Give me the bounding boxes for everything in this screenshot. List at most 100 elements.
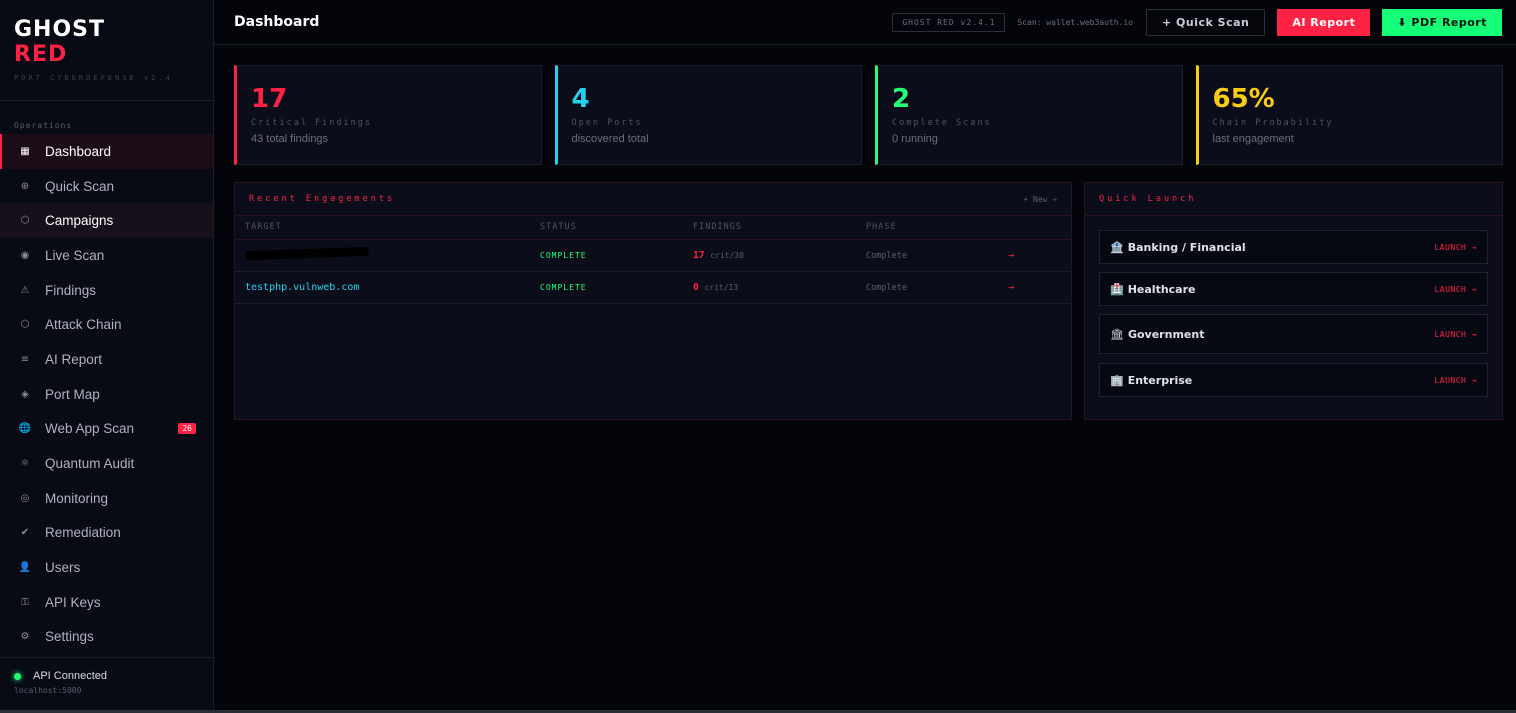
critical-count: 0 — [693, 281, 699, 293]
phase-text: Complete — [866, 250, 907, 261]
stat-value: 2 — [892, 84, 911, 114]
column-header-target[interactable]: TARGET — [235, 216, 540, 240]
findings-total: crit/13 — [704, 282, 739, 292]
column-header-findings[interactable]: FINDINGS — [693, 216, 866, 240]
stat-label: Open Ports — [571, 118, 643, 128]
launch-item-label: Banking / Financial — [1127, 240, 1246, 254]
status-cell: COMPLETE — [540, 239, 693, 272]
sidebar-item-attack-chain[interactable]: ⬡ Attack Chain — [0, 307, 213, 342]
sidebar-item-users[interactable]: 👤 Users — [0, 550, 213, 585]
stat-value: 17 — [251, 84, 288, 114]
phase-cell: Complete — [866, 239, 1008, 272]
ai-report-button[interactable]: AI Report — [1277, 8, 1371, 36]
top-bar: Dashboard GHOST RED v2.4.1 Scan: wallet.… — [214, 0, 1516, 45]
sidebar-item-label: AI Report — [45, 351, 103, 367]
sidebar-item-label: Monitoring — [45, 490, 109, 506]
count-badge: 26 — [178, 422, 196, 434]
findings-total: crit/30 — [710, 250, 744, 260]
launch-item-enterprise[interactable]: 🏢 Enterprise LAUNCH → — [1099, 363, 1488, 397]
launch-item-government[interactable]: 🏛 Government LAUNCH → — [1099, 314, 1488, 354]
launch-item-healthcare[interactable]: 🏥 Healthcare LAUNCH → — [1099, 272, 1488, 306]
status-dot-icon — [14, 672, 21, 680]
target-link[interactable]: testphp.vulnweb.com — [245, 282, 359, 293]
sidebar-item-findings[interactable]: ⚠ Findings — [0, 273, 213, 308]
engagements-table: TARGET STATUS FINDINGS PHASE COMPLETE 17… — [235, 216, 1071, 304]
action-cell: → — [1008, 271, 1071, 304]
sidebar-item-api-keys[interactable]: ⚿ API Keys — [0, 585, 213, 620]
launch-button[interactable]: LAUNCH → — [1434, 285, 1477, 294]
sidebar-item-quick-scan[interactable]: ⊕ Quick Scan — [0, 169, 213, 204]
gear-icon: ⚙ — [20, 631, 30, 643]
sidebar-item-label: Findings — [45, 282, 97, 298]
sidebar-item-label: Attack Chain — [45, 317, 122, 333]
hospital-icon: 🏥 — [1110, 282, 1124, 296]
launch-item-label: Healthcare — [1127, 282, 1196, 296]
column-header-phase[interactable]: PHASE — [866, 216, 1008, 240]
stat-card-complete-scans: 2 Complete Scans 0 running — [875, 65, 1183, 165]
brand-logo[interactable]: GHOST RED PORT CYBERDEFENSE v2.4 — [0, 0, 213, 101]
stat-subtext: last engagement — [1212, 133, 1294, 145]
launch-item-banking[interactable]: 🏦 Banking / Financial LAUNCH → — [1099, 230, 1488, 264]
key-icon: ⚿ — [21, 596, 29, 608]
hexagon-icon: ⬡ — [20, 215, 30, 227]
redacted-target — [245, 246, 369, 261]
api-host: localhost:5000 — [14, 686, 82, 695]
target-icon: ◎ — [20, 492, 30, 504]
sidebar-nav: ▦ Dashboard ⊕ Quick Scan ⬡ Campaigns ◉ Live … — [0, 134, 213, 654]
brand-name-primary: GHOST — [14, 17, 106, 42]
new-engagement-link[interactable]: + New → — [1023, 195, 1057, 204]
quick-launch-list: 🏦 Banking / Financial LAUNCH → 🏥 Healthc… — [1085, 216, 1502, 419]
sidebar-item-label: Port Map — [45, 386, 100, 402]
stat-label: Complete Scans — [892, 118, 992, 128]
launch-button[interactable]: LAUNCH → — [1434, 330, 1477, 339]
recent-engagements-panel: Recent Engagements + New → TARGET STATUS… — [234, 182, 1072, 420]
sidebar-item-live-scan[interactable]: ◉ Live Scan — [0, 238, 213, 273]
stat-value: 65% — [1212, 84, 1275, 114]
user-icon: 👤 — [18, 562, 32, 574]
quick-scan-button[interactable]: + Quick Scan — [1146, 8, 1266, 36]
launch-item-label: Enterprise — [1127, 373, 1193, 387]
sidebar-item-label: Quick Scan — [45, 178, 115, 194]
globe-icon: 🌐 — [18, 423, 32, 435]
sidebar-item-dashboard[interactable]: ▦ Dashboard — [0, 134, 213, 169]
crosshair-icon: ⊕ — [20, 180, 30, 192]
table-header-row: TARGET STATUS FINDINGS PHASE — [235, 216, 1071, 240]
sidebar-item-remediation[interactable]: ✔ Remediation — [0, 516, 213, 551]
chain-icon: ⬡ — [20, 319, 30, 331]
quick-launch-panel: Quick Launch 🏦 Banking / Financial LAUNC… — [1084, 182, 1503, 420]
sidebar-item-label: Web App Scan — [45, 421, 135, 437]
launch-button[interactable]: LAUNCH → — [1434, 376, 1477, 385]
sidebar-item-label: Dashboard — [45, 143, 112, 159]
stat-label: Chain Probability — [1212, 118, 1334, 128]
sidebar-item-label: Live Scan — [45, 247, 105, 263]
phase-text: Complete — [866, 282, 907, 293]
check-icon: ✔ — [20, 527, 30, 539]
sidebar-item-ai-report[interactable]: ≡ AI Report — [0, 342, 213, 377]
app-window: GHOST RED PORT CYBERDEFENSE v2.4 Operati… — [0, 0, 1516, 713]
open-arrow-icon[interactable]: → — [1008, 282, 1014, 293]
radar-icon: ◉ — [20, 249, 30, 261]
findings-cell: 17 crit/30 — [693, 239, 866, 272]
sidebar-item-web-app-scan[interactable]: 🌐 Web App Scan 26 — [0, 412, 213, 447]
stat-label: Critical Findings — [251, 118, 372, 128]
findings-cell: 0 crit/13 — [693, 271, 866, 304]
stat-value: 4 — [571, 84, 590, 114]
sidebar-item-monitoring[interactable]: ◎ Monitoring — [0, 481, 213, 516]
sidebar-item-quantum-audit[interactable]: ⚛ Quantum Audit — [0, 446, 213, 481]
action-cell: → — [1008, 239, 1071, 272]
sidebar-item-label: Users — [45, 560, 81, 576]
launch-button[interactable]: LAUNCH → — [1434, 243, 1477, 252]
office-building-icon: 🏢 — [1110, 373, 1124, 387]
sidebar-item-campaigns[interactable]: ⬡ Campaigns — [0, 203, 213, 239]
diamond-icon: ◈ — [21, 388, 29, 400]
table-row[interactable]: COMPLETE 17 crit/30 Complete → — [235, 239, 1071, 272]
sidebar-item-label: Remediation — [45, 525, 121, 541]
sidebar-item-port-map[interactable]: ◈ Port Map — [0, 377, 213, 412]
pdf-report-button[interactable]: ⬇ PDF Report — [1382, 8, 1502, 36]
column-header-status[interactable]: STATUS — [540, 216, 693, 240]
sidebar-item-settings[interactable]: ⚙ Settings — [0, 620, 213, 655]
stat-subtext: 43 total findings — [251, 133, 329, 145]
table-row[interactable]: testphp.vulnweb.com COMPLETE 0 crit/13 C… — [235, 271, 1071, 304]
open-arrow-icon[interactable]: → — [1008, 250, 1014, 261]
brand-name-accent: RED — [14, 42, 68, 67]
